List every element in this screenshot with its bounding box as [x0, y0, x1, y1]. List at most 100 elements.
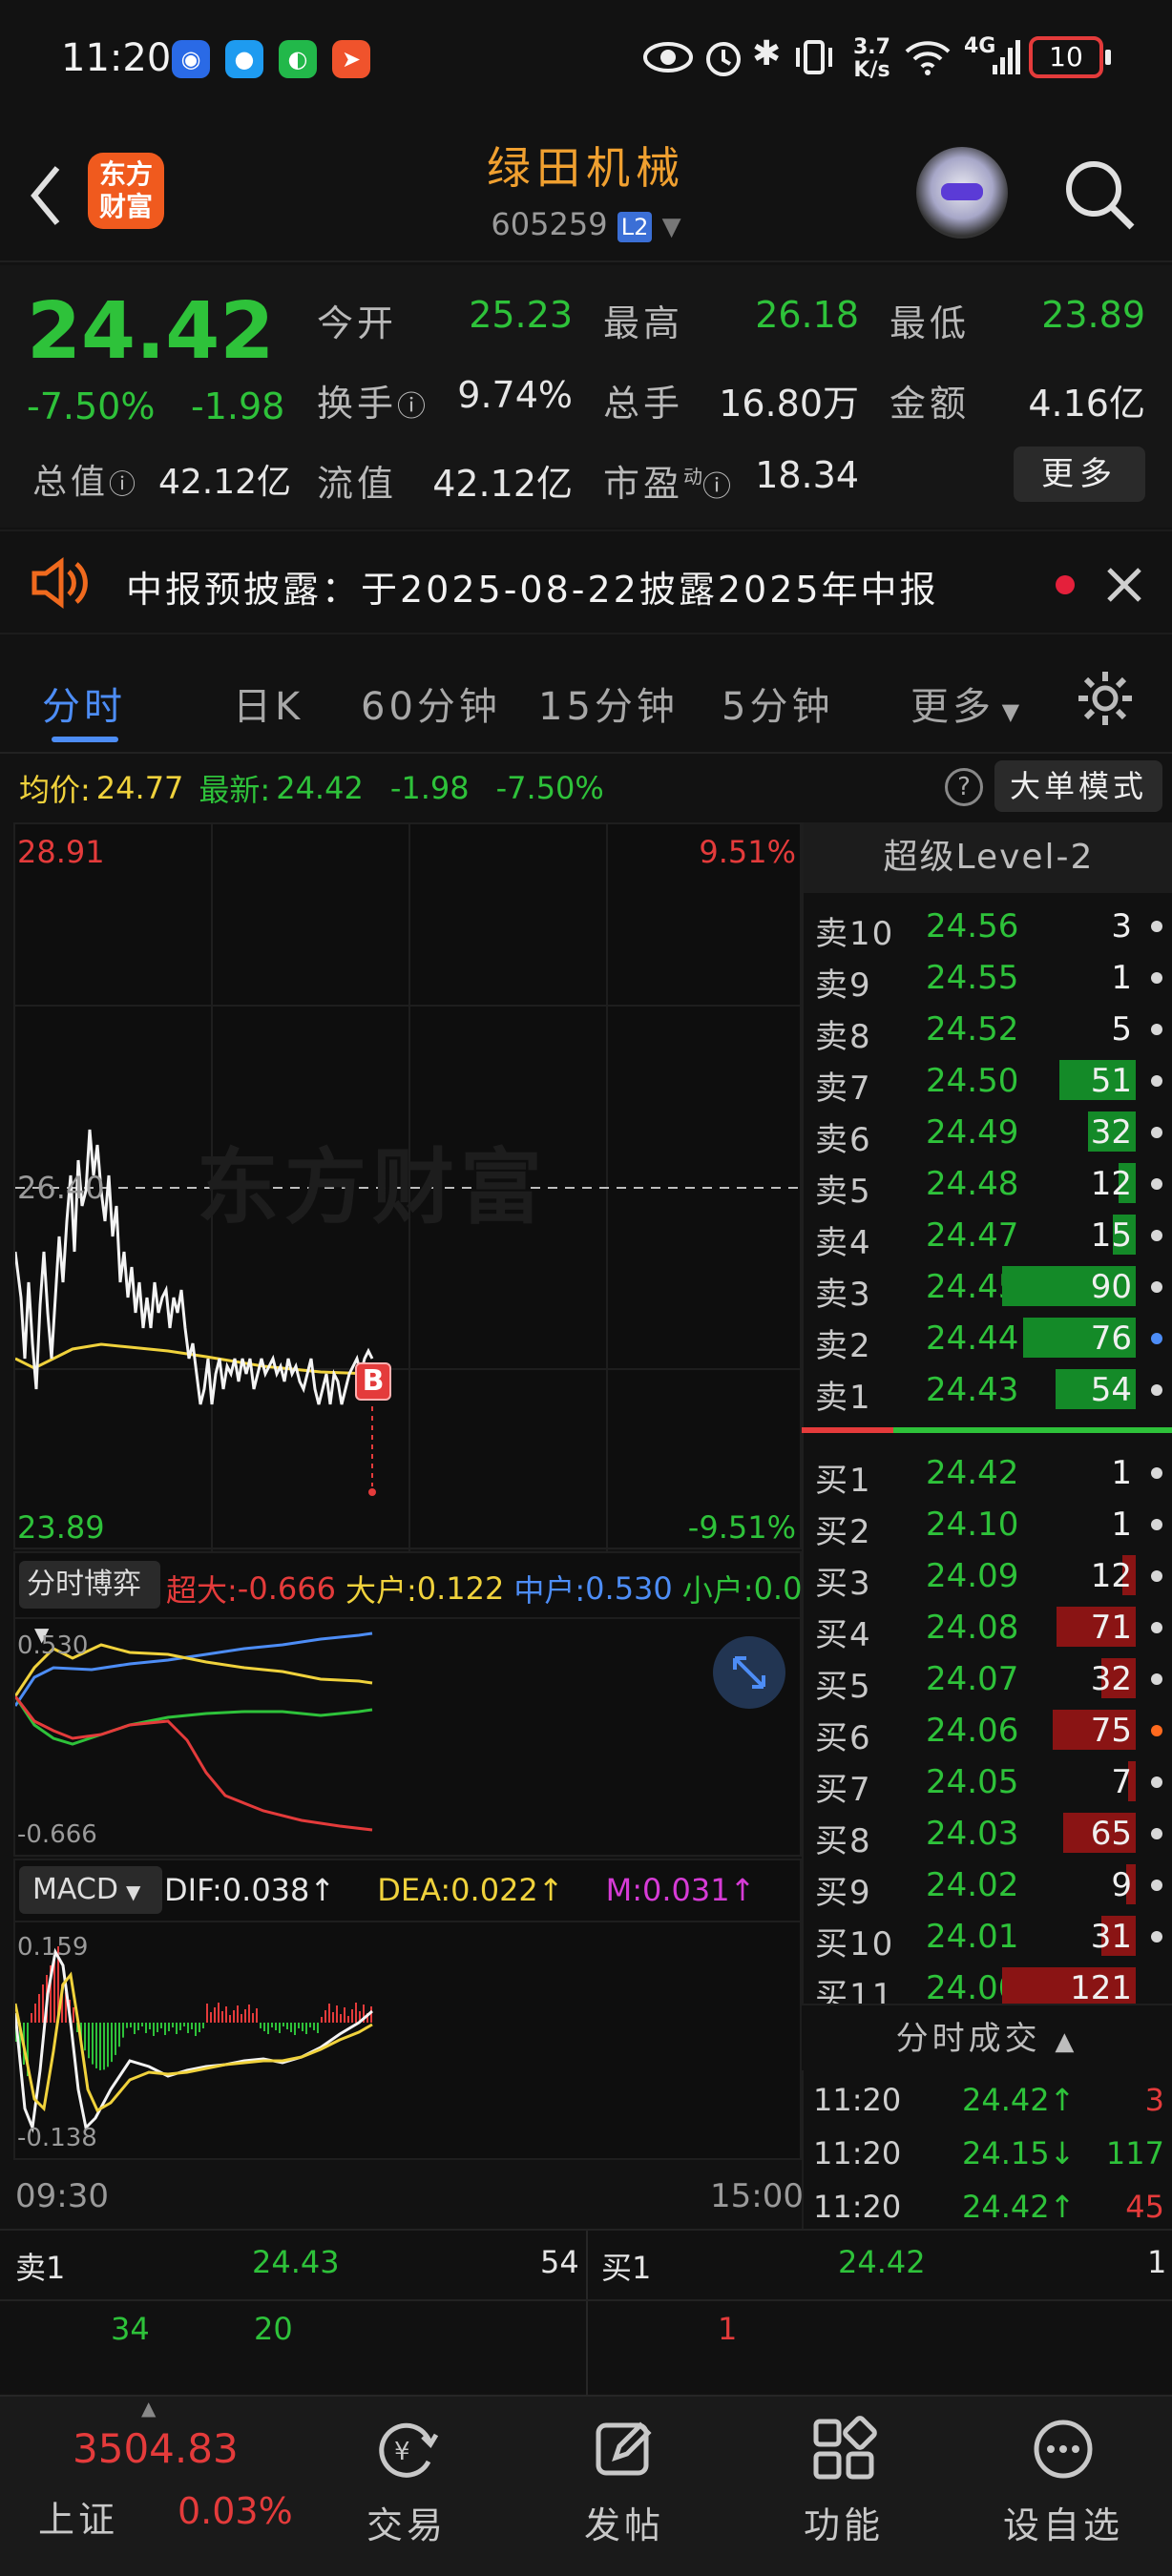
tab-intraday[interactable]: 分时 — [42, 675, 126, 731]
ask-row[interactable]: 卖5 24.48 12 — [802, 1157, 1172, 1211]
macd-bar — [321, 2017, 323, 2023]
notice-bar[interactable]: 中报预披露：于2025-08-22披露2025年中报 — [0, 530, 1172, 634]
bid-row[interactable]: 买8 24.03 65 — [802, 1807, 1172, 1860]
macd-bar — [157, 2023, 158, 2032]
search-icon[interactable] — [1061, 156, 1138, 233]
back-arrow-icon[interactable] — [27, 162, 65, 229]
ask-row[interactable]: 卖9 24.55 1 — [802, 951, 1172, 1005]
macd-bar — [95, 2023, 97, 2068]
ask-level: 卖2 — [815, 1327, 872, 1365]
nav-add-watchlist-label: 设自选 — [1002, 2504, 1123, 2546]
ask-row[interactable]: 卖7 24.50 51 — [802, 1054, 1172, 1108]
ask-row[interactable]: 卖3 24.45 90 — [802, 1260, 1172, 1314]
send-app-icon: ➤ — [332, 40, 370, 78]
net-type: 4G — [964, 34, 996, 58]
ask-row[interactable]: 卖4 24.47 15 — [802, 1209, 1172, 1262]
nav-trade[interactable]: ¥ 交易 — [340, 2416, 473, 2548]
gear-icon[interactable] — [1075, 668, 1136, 729]
trades-header[interactable]: 分时成交 ▲ — [802, 2004, 1172, 2070]
macd-bar — [313, 2023, 315, 2030]
bid-price: 24.06 — [926, 1712, 1019, 1750]
index-value[interactable]: 3504.83 — [73, 2425, 239, 2472]
ask-row[interactable]: 卖8 24.52 5 — [802, 1003, 1172, 1056]
quick-quote: 卖1 24.43 54 买1 24.42 1 34 20 1 — [0, 2229, 1172, 2395]
tab-5min[interactable]: 5分钟 — [722, 675, 833, 731]
ask-row[interactable]: 卖10 24.56 3 — [802, 900, 1172, 953]
ask-row[interactable]: 卖2 24.44 76 — [802, 1312, 1172, 1365]
nav-post[interactable]: 发帖 — [557, 2416, 691, 2548]
bid-row[interactable]: 买7 24.05 7 — [802, 1755, 1172, 1809]
ask-qty: 76 — [1090, 1319, 1132, 1358]
robot-assistant-icon[interactable] — [916, 147, 1008, 239]
ask-row[interactable]: 卖6 24.49 32 — [802, 1106, 1172, 1159]
latest-label: 最新: — [199, 772, 271, 808]
row-dot — [1151, 1673, 1162, 1685]
edit-icon — [596, 2421, 652, 2476]
row-dot — [1151, 1230, 1162, 1241]
bid-row[interactable]: 买9 24.02 9 — [802, 1859, 1172, 1912]
quick-bid-price: 24.42 — [838, 2244, 926, 2280]
chevron-up-icon: ▲ — [1055, 2027, 1078, 2056]
macd-bar — [153, 2023, 155, 2036]
mcap-label[interactable]: 总值ⓘ — [32, 454, 136, 504]
pe-label[interactable]: 市盈动ⓘ — [603, 454, 731, 507]
more-circle-icon — [1034, 2420, 1093, 2479]
ask-row[interactable]: 卖1 24.43 54 — [802, 1363, 1172, 1417]
last-price: 24.42 — [27, 286, 275, 377]
nav-add-watchlist[interactable]: 设自选 — [996, 2416, 1130, 2548]
intraday-chart[interactable]: 东方财富 28.91 9.51% 26.40 23.89 -9.51% B — [13, 822, 804, 1551]
quote-panel: 24.42 -7.50% -1.98 今开 25.23 最高 26.18 最低 … — [0, 265, 1172, 528]
bid-row[interactable]: 买5 24.07 32 — [802, 1652, 1172, 1706]
macd-bar — [275, 2023, 277, 2030]
ask-price: 24.47 — [926, 1216, 1019, 1255]
eye-icon — [643, 42, 693, 73]
trade-price: 24.42↑ — [962, 2082, 1076, 2118]
bid-row[interactable]: 买1 24.42 1 — [802, 1446, 1172, 1500]
ask-price: 24.55 — [926, 959, 1019, 997]
bid-price: 24.42 — [926, 1454, 1019, 1492]
info-icon: ⓘ — [109, 468, 136, 500]
bid-level: 买3 — [815, 1565, 872, 1603]
bid-row[interactable]: 买3 24.09 12 — [802, 1549, 1172, 1603]
bid-level: 买8 — [815, 1822, 872, 1860]
tab-daily-k[interactable]: 日K — [233, 675, 303, 731]
bid-price: 24.08 — [926, 1609, 1019, 1647]
bid-row[interactable]: 买10 24.01 31 — [802, 1910, 1172, 1963]
ask-qty: 32 — [1090, 1113, 1132, 1152]
close-icon[interactable] — [1105, 566, 1143, 604]
macd-axis-min: -0.138 — [17, 2124, 97, 2152]
bid-row[interactable]: 买4 24.08 71 — [802, 1601, 1172, 1654]
expand-icon[interactable] — [712, 1635, 786, 1710]
more-button[interactable]: 更多 — [1014, 447, 1145, 502]
battery-icon: 10 — [1029, 36, 1103, 78]
nav-functions[interactable]: 功能 — [777, 2416, 910, 2548]
tab-more[interactable]: 更多 ▼ — [910, 675, 1019, 731]
macd-bar — [84, 2023, 86, 2051]
ask-price: 24.50 — [926, 1062, 1019, 1100]
row-dot — [1151, 1622, 1162, 1633]
row-dot — [1151, 1467, 1162, 1479]
ask-qty: 5 — [1111, 1010, 1132, 1049]
bid-row[interactable]: 买2 24.10 1 — [802, 1498, 1172, 1551]
nav-functions-label: 功能 — [803, 2504, 884, 2546]
bid-row[interactable]: 买6 24.06 75 — [802, 1704, 1172, 1757]
tab-60min[interactable]: 60分钟 — [361, 675, 501, 731]
index-name[interactable]: 上证 — [38, 2490, 118, 2543]
buy-marker[interactable]: B — [355, 1362, 391, 1401]
macd-bar — [324, 2010, 326, 2023]
trade-time: 11:20 — [813, 2189, 902, 2225]
bid-price: 24.01 — [926, 1918, 1019, 1956]
chevron-up-icon[interactable]: ▲ — [141, 2397, 156, 2420]
tab-15min[interactable]: 15分钟 — [538, 675, 679, 731]
macd-bar — [107, 2023, 109, 2067]
macd-bar — [141, 2023, 143, 2026]
eastmoney-logo[interactable]: 东方 财富 — [88, 153, 164, 229]
help-icon[interactable]: ? — [945, 768, 983, 806]
capital-game-panel: 分时博弈▼ 超大: -0.666 大户: 0.122 中户: 0.530 小户: 0.0… — [13, 1551, 841, 1857]
big-order-mode-button[interactable]: 大单模式 — [994, 760, 1162, 812]
bid-level: 买2 — [815, 1513, 872, 1551]
ask-level: 卖6 — [815, 1121, 872, 1159]
macd-bar — [183, 2023, 185, 2026]
level2-title[interactable]: 超级Level-2 — [804, 822, 1172, 893]
turnover-label[interactable]: 换手ⓘ — [317, 374, 426, 426]
